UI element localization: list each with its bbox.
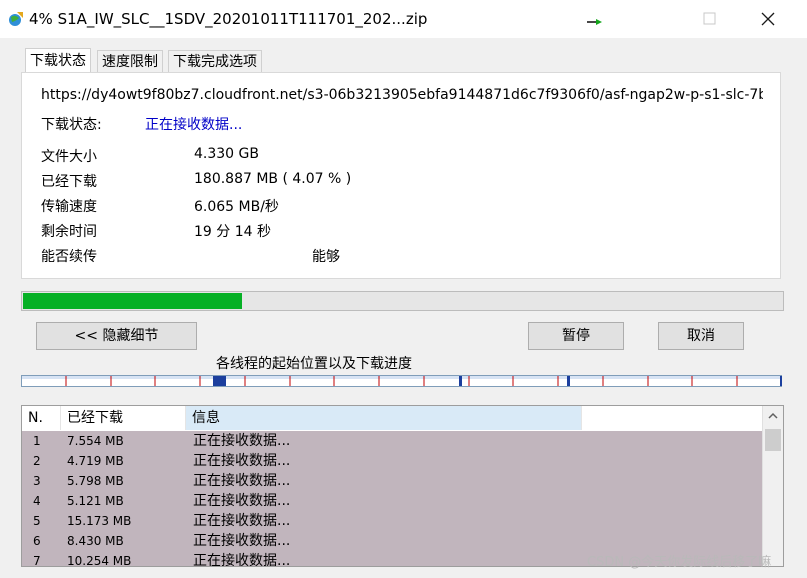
column-header-downloaded[interactable]: 已经下载 <box>61 406 186 430</box>
thread-segments-bar <box>21 375 782 387</box>
thread-downloaded: 4.719 MB <box>67 454 124 468</box>
thread-downloaded: 15.173 MB <box>67 514 132 528</box>
time-remaining-value: 19 分 14 秒 <box>194 224 271 240</box>
file-size-label: 文件大小 <box>41 149 97 165</box>
table-row[interactable]: 2 4.719 MB 正在接收数据... <box>22 451 762 471</box>
list-scrollbar[interactable] <box>762 406 783 566</box>
status-value: 正在接收数据... <box>145 117 243 133</box>
minimize-icon[interactable] <box>585 8 609 30</box>
thread-info: 正在接收数据... <box>193 433 291 449</box>
download-status-panel: https://dy4owt9f80bz7.cloudfront.net/s3-… <box>21 72 781 279</box>
table-row[interactable]: 4 5.121 MB 正在接收数据... <box>22 491 762 511</box>
segment-progress-mark <box>780 376 782 386</box>
thread-segments-title: 各线程的起始位置以及下载进度 <box>216 356 412 372</box>
thread-downloaded: 10.254 MB <box>67 554 132 567</box>
thread-number: 2 <box>33 454 41 468</box>
thread-number: 1 <box>33 434 41 448</box>
table-row[interactable]: 5 15.173 MB 正在接收数据... <box>22 511 762 531</box>
thread-info: 正在接收数据... <box>193 533 291 549</box>
scroll-up-arrow-icon[interactable] <box>767 411 779 421</box>
maximize-icon[interactable] <box>697 8 721 30</box>
watermark: CSDN @今天你发际线后移了嘛 <box>587 555 772 570</box>
column-header-number[interactable]: N. <box>22 406 61 430</box>
thread-downloaded: 5.798 MB <box>67 474 124 488</box>
thread-number: 3 <box>33 474 41 488</box>
download-progress-fill <box>23 293 242 309</box>
thread-downloaded: 7.554 MB <box>67 434 124 448</box>
table-row[interactable]: 3 5.798 MB 正在接收数据... <box>22 471 762 491</box>
resume-support-value: 能够 <box>312 249 340 265</box>
thread-rows: 1 7.554 MB 正在接收数据... 2 4.719 MB 正在接收数据..… <box>22 431 762 567</box>
transfer-speed-label: 传输速度 <box>41 199 97 215</box>
thread-downloaded: 8.430 MB <box>67 534 124 548</box>
scrollbar-thumb[interactable] <box>765 429 781 451</box>
cancel-button[interactable]: 取消 <box>658 322 744 350</box>
downloaded-value: 180.887 MB ( 4.07 % ) <box>194 171 352 187</box>
thread-list-header: N. 已经下载 信息 <box>22 406 764 430</box>
download-url: https://dy4owt9f80bz7.cloudfront.net/s3-… <box>41 87 763 103</box>
file-size-value: 4.330 GB <box>194 146 259 162</box>
window-title: 4% S1A_IW_SLC__1SDV_20201011T111701_202.… <box>29 10 428 28</box>
close-icon[interactable] <box>756 8 780 30</box>
thread-info: 正在接收数据... <box>193 553 291 567</box>
thread-list[interactable]: N. 已经下载 信息 1 7.554 MB 正在接收数据... 2 4.719 … <box>21 405 784 567</box>
segment-progress-mark <box>567 376 570 386</box>
tab-download-status[interactable]: 下载状态 <box>25 48 91 73</box>
title-bar: 4% S1A_IW_SLC__1SDV_20201011T111701_202.… <box>0 0 807 38</box>
segment-progress-mark <box>459 376 462 386</box>
thread-number: 7 <box>33 554 41 567</box>
hide-details-button[interactable]: << 隐藏细节 <box>36 322 197 350</box>
table-row[interactable]: 6 8.430 MB 正在接收数据... <box>22 531 762 551</box>
tab-speed-limit[interactable]: 速度限制 <box>97 50 163 73</box>
thread-info: 正在接收数据... <box>193 513 291 529</box>
thread-number: 5 <box>33 514 41 528</box>
thread-info: 正在接收数据... <box>193 493 291 509</box>
download-progress-bar <box>21 291 784 311</box>
downloaded-label: 已经下载 <box>41 174 97 190</box>
thread-number: 4 <box>33 494 41 508</box>
download-globe-icon <box>9 12 23 26</box>
time-remaining-label: 剩余时间 <box>41 224 97 240</box>
thread-downloaded: 5.121 MB <box>67 494 124 508</box>
segment-progress-mark <box>213 376 226 386</box>
tab-completion-options[interactable]: 下载完成选项 <box>168 50 262 73</box>
status-label: 下载状态: <box>41 117 102 133</box>
thread-number: 6 <box>33 534 41 548</box>
transfer-speed-value: 6.065 MB/秒 <box>194 199 279 215</box>
resume-support-label: 能否续传 <box>41 249 97 265</box>
thread-info: 正在接收数据... <box>193 473 291 489</box>
table-row[interactable]: 1 7.554 MB 正在接收数据... <box>22 431 762 451</box>
thread-info: 正在接收数据... <box>193 453 291 469</box>
pause-button[interactable]: 暂停 <box>528 322 624 350</box>
column-header-info[interactable]: 信息 <box>186 406 582 430</box>
